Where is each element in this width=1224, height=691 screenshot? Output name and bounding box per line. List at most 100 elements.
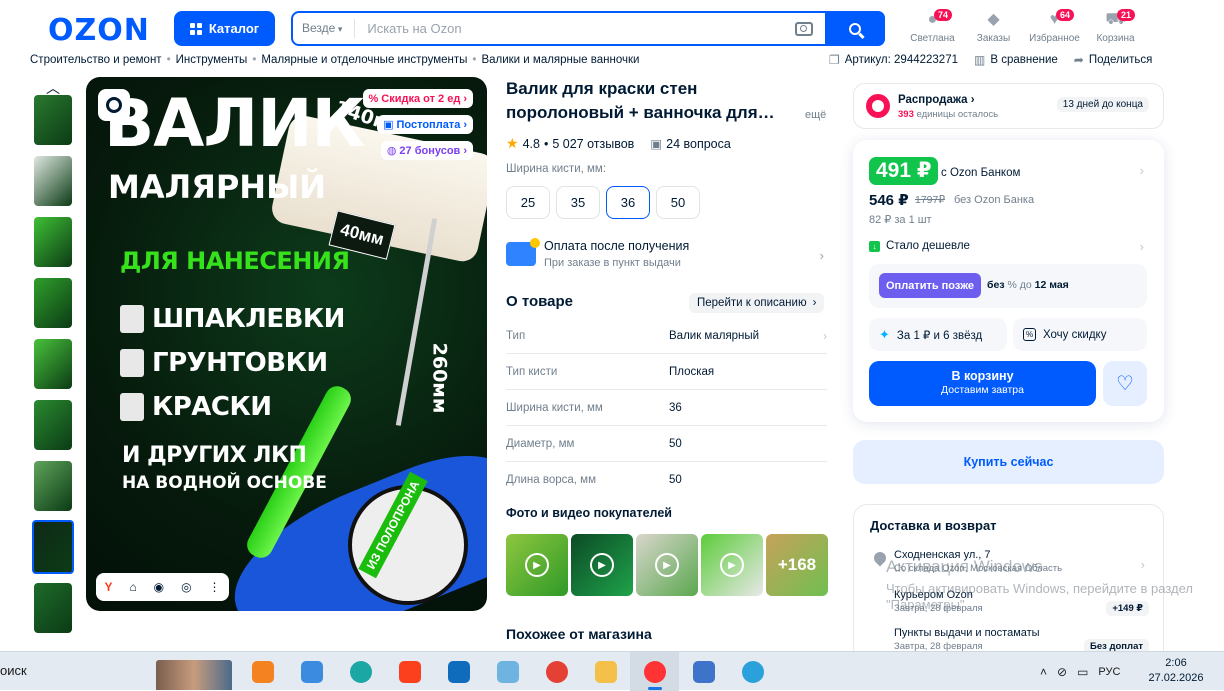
gallery-thumbnail[interactable] bbox=[34, 217, 72, 267]
yandex-search-icon[interactable]: Y bbox=[104, 580, 112, 594]
size-option[interactable]: 50 bbox=[656, 186, 700, 219]
spec-value[interactable]: Валик малярный bbox=[669, 330, 823, 342]
taskbar-app[interactable] bbox=[287, 652, 336, 691]
ozon-logo[interactable]: OZON bbox=[48, 13, 150, 48]
size-option[interactable]: 36 bbox=[606, 186, 650, 219]
gallery-thumbnail[interactable] bbox=[34, 339, 72, 389]
image-headline: ВАЛИК bbox=[104, 85, 365, 162]
gallery-thumbnail[interactable] bbox=[34, 583, 72, 633]
chevron-right-icon[interactable]: › bbox=[1141, 557, 1145, 572]
sale-days-badge: 13 дней до конца bbox=[1056, 97, 1149, 112]
breadcrumb-link[interactable]: Малярные и отделочные инструменты bbox=[261, 54, 467, 66]
language-indicator[interactable]: РУС bbox=[1098, 666, 1120, 678]
taskbar-app[interactable] bbox=[385, 652, 434, 691]
play-icon: ▶ bbox=[525, 553, 549, 577]
more-photos-tile[interactable]: +168 bbox=[766, 534, 828, 596]
volume-icon[interactable]: ▭ bbox=[1077, 665, 1088, 679]
spec-row: Ширина кисти, мм 36 bbox=[506, 390, 827, 426]
to-description-button[interactable]: Перейти к описанию › bbox=[689, 293, 825, 313]
stars-promo-button[interactable]: ✦ За 1 ₽ и 6 звёзд bbox=[869, 318, 1007, 351]
customer-photo[interactable]: ▶ bbox=[636, 534, 698, 596]
customer-photo[interactable]: ▶ bbox=[506, 534, 568, 596]
taskbar-app[interactable] bbox=[581, 652, 630, 691]
translate-icon[interactable]: ⌂ bbox=[129, 580, 136, 594]
customer-photo[interactable]: ▶ bbox=[701, 534, 763, 596]
want-discount-button[interactable]: % Хочу скидку bbox=[1013, 318, 1147, 351]
price-drop-note[interactable]: ↓ Стало дешевле bbox=[869, 240, 970, 252]
reviews-count[interactable]: 5 027 отзывов bbox=[552, 137, 634, 151]
taskbar-app[interactable] bbox=[630, 652, 679, 691]
image-subheadline: МАЛЯРНЫЙ bbox=[108, 168, 326, 206]
delivery-option[interactable]: Пункты выдачи и постаматы Завтра, 28 февр… bbox=[894, 627, 1040, 652]
header-nav-cart[interactable]: ⛟ Корзина 21 bbox=[1085, 9, 1146, 44]
customer-photos-heading: Фото и видео покупателей bbox=[506, 506, 672, 520]
share-icon: ➦ bbox=[1073, 53, 1084, 67]
card-icon bbox=[506, 238, 540, 266]
pay-later-button[interactable]: Оплатить позже bbox=[879, 273, 981, 298]
gallery-thumbnail[interactable] bbox=[32, 520, 74, 574]
promo-tag[interactable]: ▣ Постоплата › bbox=[377, 115, 473, 134]
delivery-option[interactable]: Курьером Ozon Завтра, 28 февраля bbox=[894, 589, 983, 614]
screenshot-icon[interactable]: ◎ bbox=[181, 580, 191, 594]
questions-count[interactable]: 24 вопроса bbox=[666, 137, 731, 151]
gallery-thumbnail[interactable] bbox=[34, 95, 72, 145]
taskbar-app[interactable] bbox=[336, 652, 385, 691]
usage-item-icon bbox=[120, 393, 144, 421]
breadcrumb-link[interactable]: Инструменты bbox=[176, 54, 248, 66]
rating-sep: • bbox=[543, 136, 549, 151]
title-more-link[interactable]: ещё bbox=[805, 109, 826, 121]
customer-photo[interactable]: ▶ bbox=[571, 534, 633, 596]
gallery-thumbnail[interactable] bbox=[34, 156, 72, 206]
promo-tag[interactable]: ◍ 27 бонусов › bbox=[380, 141, 473, 160]
header-nav-profile[interactable]: ● Светлана 74 bbox=[902, 9, 963, 44]
size-option[interactable]: 25 bbox=[506, 186, 550, 219]
add-to-cart-button[interactable]: В корзину Доставим завтра bbox=[869, 361, 1096, 406]
search-button[interactable] bbox=[825, 11, 885, 46]
chevron-up-icon[interactable]: ˄ bbox=[1040, 665, 1047, 679]
spec-key: Тип кисти bbox=[506, 365, 558, 378]
catalog-button[interactable]: Каталог bbox=[174, 11, 275, 46]
compare-button[interactable]: ▥ В сравнение bbox=[974, 53, 1058, 67]
search-scope-select[interactable]: Везде bbox=[293, 19, 356, 38]
gallery-thumbnail[interactable] bbox=[34, 400, 72, 450]
sale-banner[interactable]: Распродажа › 393 единицы осталось 13 дне… bbox=[853, 83, 1164, 129]
breadcrumb-link[interactable]: Строительство и ремонт bbox=[30, 54, 162, 66]
buy-now-button[interactable]: Купить сейчас bbox=[853, 440, 1164, 484]
taskbar-app[interactable] bbox=[728, 652, 777, 691]
header-nav-orders[interactable]: ◆ Заказы bbox=[963, 10, 1024, 44]
taskbar-search[interactable]: оиск bbox=[0, 663, 27, 678]
delivery-option[interactable]: Сходненская ул., 7 Со склада Ozon, Москов… bbox=[894, 549, 1062, 574]
more-icon[interactable]: ⋮ bbox=[209, 580, 221, 594]
image-search-icon[interactable] bbox=[98, 89, 130, 121]
eye-icon[interactable]: ◉ bbox=[154, 580, 164, 594]
article-number[interactable]: ❐ Артикул: 2944223271 bbox=[829, 53, 958, 67]
promo-tag[interactable]: % Скидка от 2 ед › bbox=[362, 89, 473, 108]
clock[interactable]: 2:06 27.02.2026 bbox=[1148, 656, 1204, 686]
chrome-icon bbox=[545, 660, 568, 683]
share-button[interactable]: ➦ Поделиться bbox=[1074, 53, 1153, 67]
breadcrumb-link[interactable]: Валики и малярные ванночки bbox=[481, 54, 639, 66]
delivery-option-title: Сходненская ул., 7 bbox=[894, 549, 991, 561]
gallery-thumbnail[interactable] bbox=[34, 461, 72, 511]
header-nav-favorites[interactable]: ♥ Избранное 64 bbox=[1024, 9, 1085, 44]
sale-icon bbox=[866, 94, 890, 118]
gallery-thumbnail[interactable] bbox=[34, 278, 72, 328]
taskbar-app[interactable] bbox=[434, 652, 483, 691]
size-option[interactable]: 35 bbox=[556, 186, 600, 219]
favorite-heart-icon[interactable]: ♡ bbox=[1103, 361, 1147, 406]
taskbar-widget-image[interactable] bbox=[156, 660, 232, 690]
camera-search-icon[interactable] bbox=[795, 21, 813, 36]
rating-row[interactable]: ★ 4.8 • 5 027 отзывов ▣ 24 вопроса bbox=[506, 135, 731, 152]
taskbar-app[interactable] bbox=[238, 652, 287, 691]
search-input[interactable] bbox=[355, 21, 795, 36]
taskbar-app[interactable] bbox=[679, 652, 728, 691]
chevron-right-icon[interactable]: › bbox=[1140, 163, 1144, 178]
ozon-bank-price[interactable]: 491 ₽ bbox=[869, 157, 939, 185]
time: 2:06 bbox=[1165, 657, 1187, 669]
taskbar-app[interactable] bbox=[483, 652, 532, 691]
pay-after-banner[interactable]: Оплата после получения При заказе в пунк… bbox=[506, 238, 826, 274]
thumbnail-strip: ︿ bbox=[30, 78, 76, 633]
chevron-up-icon[interactable]: ︿ bbox=[30, 78, 76, 96]
network-icon[interactable]: ⊘ bbox=[1057, 665, 1067, 679]
taskbar-app[interactable] bbox=[532, 652, 581, 691]
